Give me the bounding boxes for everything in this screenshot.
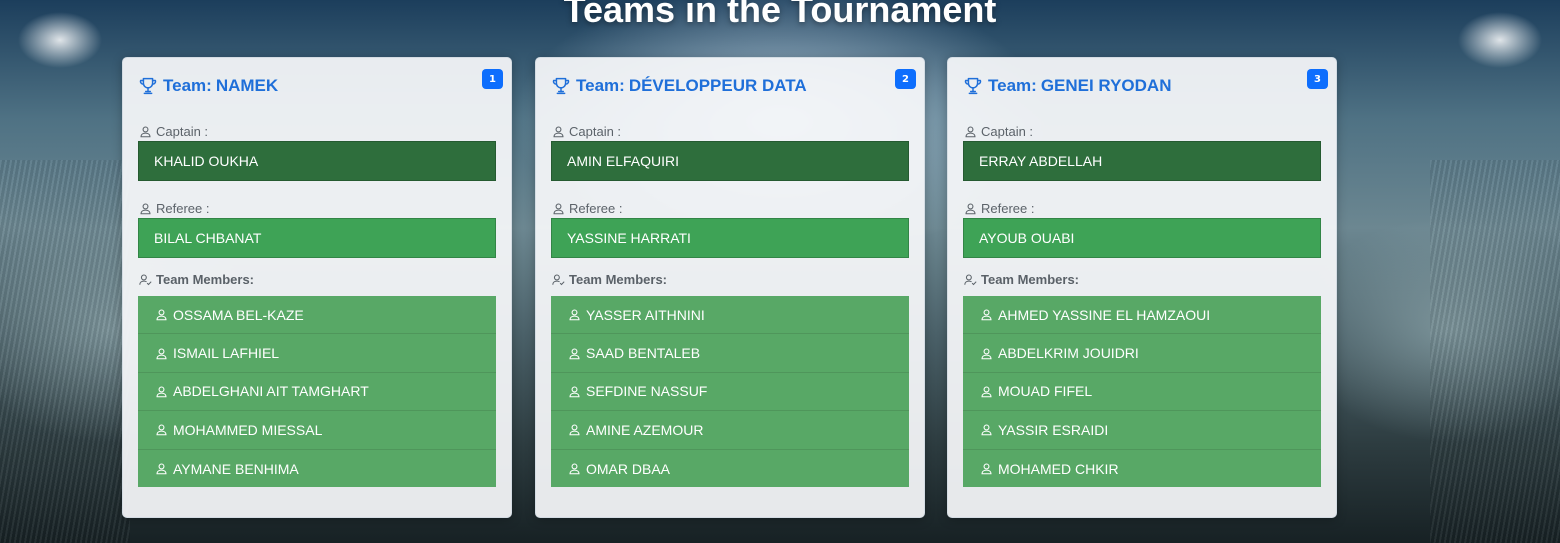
team-card: Team: NAMEK 1 Captain : KHALID OUKHA Ref… bbox=[122, 57, 512, 518]
team-members-label: Team Members: bbox=[139, 270, 254, 288]
list-item: AMINE AZEMOUR bbox=[551, 411, 909, 450]
user-icon bbox=[981, 348, 992, 359]
team-members-list: AHMED YASSINE EL HAMZAOUI ABDELKRIM JOUI… bbox=[963, 296, 1321, 487]
list-item: MOUAD FIFEL bbox=[963, 373, 1321, 412]
captain-name: ERRAY ABDELLAH bbox=[963, 141, 1321, 181]
list-item: SAAD BENTALEB bbox=[551, 334, 909, 373]
team-card: Team: DÉVELOPPEUR DATA 2 Captain : AMIN … bbox=[535, 57, 925, 518]
member-name: YASSER AITHNINI bbox=[586, 306, 705, 323]
user-icon bbox=[965, 203, 976, 214]
user-icon bbox=[140, 126, 151, 137]
captain-label: Captain : bbox=[552, 122, 621, 140]
team-members-label: Team Members: bbox=[552, 270, 667, 288]
team-heading: Team: DÉVELOPPEUR DATA bbox=[550, 74, 807, 98]
member-name: AMINE AZEMOUR bbox=[586, 421, 704, 438]
captain-label: Captain : bbox=[964, 122, 1033, 140]
team-members-list: YASSER AITHNINI SAAD BENTALEB SEFDINE NA… bbox=[551, 296, 909, 487]
stadium-background-right bbox=[1430, 160, 1560, 543]
users-check-icon bbox=[964, 274, 977, 285]
captain-name: AMIN ELFAQUIRI bbox=[551, 141, 909, 181]
team-prefix: Team: bbox=[576, 76, 625, 95]
referee-name: BILAL CHBANAT bbox=[138, 218, 496, 258]
user-icon bbox=[156, 348, 167, 359]
referee-label: Referee : bbox=[964, 199, 1034, 217]
user-icon bbox=[981, 386, 992, 398]
team-number-badge: 2 bbox=[895, 69, 916, 89]
captain-label: Captain : bbox=[139, 122, 208, 140]
referee-name: AYOUB OUABI bbox=[963, 218, 1321, 258]
user-icon bbox=[981, 424, 992, 436]
team-heading: Team: GENEI RYODAN bbox=[962, 74, 1171, 98]
team-name: DÉVELOPPEUR DATA bbox=[628, 76, 807, 95]
list-item: YASSER AITHNINI bbox=[551, 296, 909, 335]
team-number-badge: 1 bbox=[482, 69, 503, 89]
member-name: ISMAIL LAFHIEL bbox=[173, 345, 280, 362]
user-icon bbox=[553, 203, 564, 214]
user-icon bbox=[569, 463, 580, 475]
page-title: Teams in the Tournament bbox=[563, 0, 997, 30]
list-item: ABDELKRIM JOUIDRI bbox=[963, 334, 1321, 373]
users-check-icon bbox=[552, 274, 565, 285]
list-item: OSSAMA BEL-KAZE bbox=[138, 296, 496, 335]
referee-label: Referee : bbox=[139, 199, 209, 217]
team-name: NAMEK bbox=[215, 76, 279, 95]
list-item: MOHAMED CHKIR bbox=[963, 450, 1321, 488]
team-card: Team: GENEI RYODAN 3 Captain : ERRAY ABD… bbox=[947, 57, 1337, 518]
list-item: MOHAMMED MIESSAL bbox=[138, 411, 496, 450]
user-icon bbox=[981, 463, 992, 475]
member-name: MOHAMED CHKIR bbox=[998, 460, 1119, 477]
referee-name: YASSINE HARRATI bbox=[551, 218, 909, 258]
user-icon bbox=[140, 203, 151, 214]
member-name: MOHAMMED MIESSAL bbox=[173, 421, 323, 438]
member-name: AHMED YASSINE EL HAMZAOUI bbox=[998, 306, 1211, 323]
user-icon bbox=[156, 424, 167, 436]
user-icon bbox=[981, 309, 992, 321]
team-prefix: Team: bbox=[988, 76, 1037, 95]
user-icon bbox=[965, 126, 976, 137]
user-icon bbox=[156, 463, 167, 475]
list-item: ISMAIL LAFHIEL bbox=[138, 334, 496, 373]
stadium-background-left bbox=[0, 160, 130, 543]
user-icon bbox=[553, 126, 564, 137]
member-name: ABDELKRIM JOUIDRI bbox=[998, 345, 1139, 362]
users-check-icon bbox=[139, 274, 152, 285]
list-item: SEFDINE NASSUF bbox=[551, 373, 909, 412]
user-icon bbox=[569, 309, 580, 321]
list-item: YASSIR ESRAIDI bbox=[963, 411, 1321, 450]
member-name: MOUAD FIFEL bbox=[998, 383, 1093, 400]
trophy-icon bbox=[139, 77, 157, 95]
member-name: AYMANE BENHIMA bbox=[173, 460, 299, 477]
captain-name: KHALID OUKHA bbox=[138, 141, 496, 181]
user-icon bbox=[569, 424, 580, 436]
team-heading: Team: NAMEK bbox=[137, 74, 278, 98]
team-members-label: Team Members: bbox=[964, 270, 1079, 288]
user-icon bbox=[569, 348, 580, 359]
member-name: YASSIR ESRAIDI bbox=[998, 421, 1109, 438]
list-item: ABDELGHANI AIT TAMGHART bbox=[138, 373, 496, 412]
member-name: OMAR DBAA bbox=[586, 460, 671, 477]
trophy-icon bbox=[552, 77, 570, 95]
user-icon bbox=[569, 386, 580, 398]
list-item: AYMANE BENHIMA bbox=[138, 450, 496, 488]
member-name: SAAD BENTALEB bbox=[586, 345, 701, 362]
member-name: SEFDINE NASSUF bbox=[586, 383, 708, 400]
trophy-icon bbox=[964, 77, 982, 95]
team-prefix: Team: bbox=[163, 76, 212, 95]
referee-label: Referee : bbox=[552, 199, 622, 217]
list-item: OMAR DBAA bbox=[551, 450, 909, 488]
team-members-list: OSSAMA BEL-KAZE ISMAIL LAFHIEL ABDELGHAN… bbox=[138, 296, 496, 487]
team-name: GENEI RYODAN bbox=[1040, 76, 1172, 95]
team-number-badge: 3 bbox=[1307, 69, 1328, 89]
user-icon bbox=[156, 386, 167, 398]
list-item: AHMED YASSINE EL HAMZAOUI bbox=[963, 296, 1321, 335]
member-name: OSSAMA BEL-KAZE bbox=[173, 306, 304, 323]
member-name: ABDELGHANI AIT TAMGHART bbox=[173, 383, 369, 400]
user-icon bbox=[156, 309, 167, 321]
